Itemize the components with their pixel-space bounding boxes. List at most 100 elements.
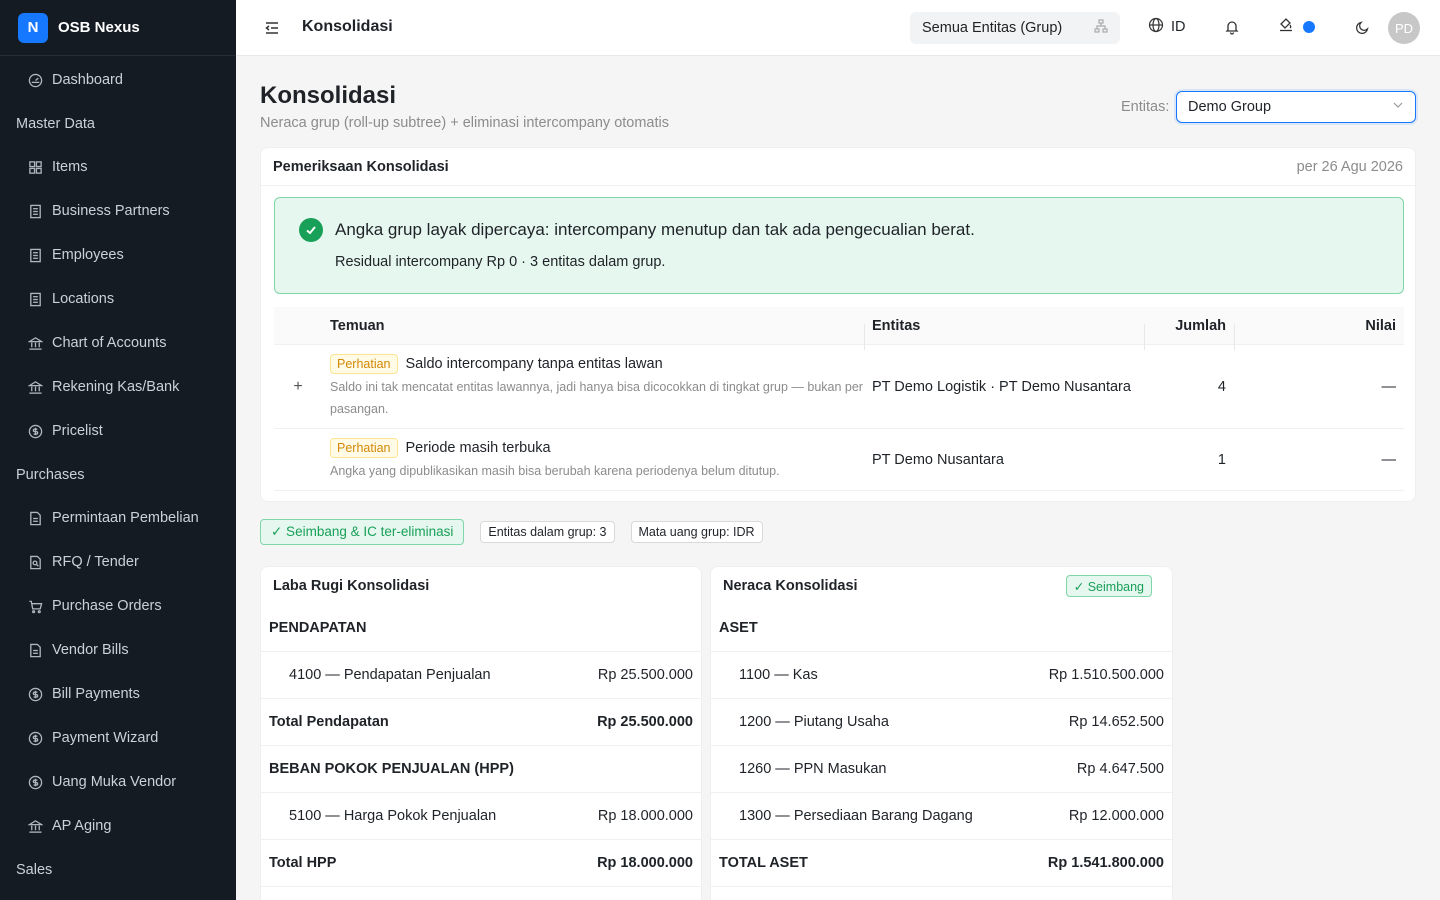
file-search-icon <box>28 555 43 570</box>
sidebar-item-permintaan-pembelian[interactable]: Permintaan Pembelian <box>0 496 236 540</box>
sidebar-item-label: Bill Payments <box>52 686 140 702</box>
card-header: Neraca Konsolidasi ✓ Seimbang <box>711 567 1172 605</box>
entities-count-badge: Entitas dalam grup: 3 <box>480 521 615 543</box>
dollar-circle-icon <box>28 775 43 790</box>
statement-row: BEBAN POKOK PENJUALAN (HPP) <box>261 746 701 793</box>
brand[interactable]: N OSB Nexus <box>0 0 236 56</box>
card-header: Laba Rugi Konsolidasi <box>261 567 701 605</box>
sidebar-item-pricelist[interactable]: Pricelist <box>0 409 236 453</box>
consolidation-check-card: Pemeriksaan Konsolidasi per 26 Agu 2026 … <box>260 147 1416 502</box>
row-label: 1100 — Kas <box>739 667 818 683</box>
check-circle-icon <box>299 218 323 242</box>
sidebar-item-uang-muka-vendor[interactable]: Uang Muka Vendor <box>0 760 236 804</box>
finding-title: Periode masih terbuka <box>405 439 551 456</box>
bell-icon[interactable] <box>1224 19 1240 35</box>
sidebar-item-business-partners[interactable]: Business Partners <box>0 189 236 233</box>
sidebar-item-label: Payment Wizard <box>52 730 159 746</box>
row-label: TOTAL ASET <box>719 855 808 871</box>
moon-icon[interactable] <box>1355 19 1371 35</box>
sidebar-item-payment-wizard[interactable]: Payment Wizard <box>0 716 236 760</box>
statement-row: 1300 — Persediaan Barang Dagang Rp 12.000… <box>711 793 1172 840</box>
sidebar-item-bill-payments[interactable]: Bill Payments <box>0 672 236 716</box>
page-subtitle: Neraca grup (roll-up subtree) + eliminas… <box>260 115 669 131</box>
sidebar-item-chart-of-accounts[interactable]: Chart of Accounts <box>0 321 236 365</box>
sidebar-item-label: Uang Muka Vendor <box>52 774 177 790</box>
row-label: BEBAN POKOK PENJUALAN (HPP) <box>269 761 514 777</box>
sidebar-item-ap-aging[interactable]: AP Aging <box>0 804 236 848</box>
language-switcher[interactable]: ID <box>1148 17 1186 37</box>
sidebar-item-label: Pricelist <box>52 423 103 439</box>
expand-row-icon[interactable]: + <box>293 378 302 396</box>
sidebar-section-sales[interactable]: Sales <box>0 848 236 891</box>
row-amount: Rp 12.000.000 <box>1068 808 1164 824</box>
page-title: Konsolidasi <box>260 82 397 109</box>
sidebar-item-employees[interactable]: Employees <box>0 233 236 277</box>
bank-icon <box>28 819 43 834</box>
theme-color-button[interactable] <box>1278 16 1315 37</box>
statement-row: TOTAL ASET Rp 1.541.800.000 <box>711 840 1172 887</box>
finding-title: Saldo intercompany tanpa entitas lawan <box>405 355 663 372</box>
finding-value: — <box>1381 451 1397 468</box>
statement-row: Total Pendapatan Rp 25.500.000 <box>261 699 701 746</box>
finding-description: Angka yang dipublikasikan masih bisa ber… <box>330 463 780 478</box>
card-header: Pemeriksaan Konsolidasi per 26 Agu 2026 <box>261 148 1415 186</box>
avatar[interactable]: PD <box>1388 12 1420 44</box>
file-icon <box>28 643 43 658</box>
sidebar-item-label: Chart of Accounts <box>52 335 167 351</box>
sidebar-item-label: Employees <box>52 247 124 263</box>
column-header-entity: Entitas <box>864 318 1144 350</box>
balance-sheet-rows: ASET 1100 — Kas Rp 1.510.500.000 1200 — Piu… <box>711 605 1172 887</box>
sidebar-item-label: Items <box>52 159 88 175</box>
globe-icon <box>1148 17 1171 37</box>
bank-icon <box>28 380 43 395</box>
sidebar-section-purchases[interactable]: Purchases <box>0 453 236 496</box>
entity-select-value: Demo Group <box>1188 99 1272 115</box>
row-label: ASET <box>719 620 758 636</box>
sidebar-section-master-data[interactable]: Master Data <box>0 102 236 145</box>
statement-row: PENDAPATAN <box>261 605 701 652</box>
sidebar-item-label: Rekening Kas/Bank <box>52 379 180 395</box>
statement-row: 1260 — PPN Masukan Rp 4.647.500 <box>711 746 1172 793</box>
sidebar-item-items[interactable]: Items <box>0 145 236 189</box>
column-header-finding: Temuan <box>330 317 385 334</box>
dollar-circle-icon <box>28 687 43 702</box>
dollar-circle-icon <box>28 424 43 439</box>
statement-row: 4100 — Pendapatan Penjualan Rp 25.500.000 <box>261 652 701 699</box>
statement-row: 1200 — Piutang Usaha Rp 14.652.500 <box>711 699 1172 746</box>
topbar: Konsolidasi Semua Entitas (Grup) ID PD <box>236 0 1440 56</box>
currency-badge: Mata uang grup: IDR <box>630 521 763 543</box>
chevron-down-icon <box>1392 99 1404 115</box>
balance-sheet-card: Neraca Konsolidasi ✓ Seimbang ASET 1100 —… <box>710 566 1173 900</box>
file-icon <box>28 511 43 526</box>
balanced-status-badge: ✓ Seimbang <box>1065 575 1152 597</box>
finding-entity: PT Demo Nusantara <box>872 451 1004 468</box>
gauge-icon <box>28 73 43 88</box>
entity-select[interactable]: Demo Group <box>1176 91 1416 123</box>
row-amount: Rp 1.541.800.000 <box>1047 855 1164 871</box>
profit-loss-card: Laba Rugi Konsolidasi PENDAPATAN 4100 — P… <box>260 566 702 900</box>
grid-icon <box>28 160 43 175</box>
findings-table: Temuan Entitas Jumlah Nilai + Perhatian S… <box>274 307 1404 491</box>
bank-icon <box>28 336 43 351</box>
row-label: PENDAPATAN <box>269 620 367 636</box>
sidebar-item-rekening-kas-bank[interactable]: Rekening Kas/Bank <box>0 365 236 409</box>
statement-row: Total HPP Rp 18.000.000 <box>261 840 701 887</box>
building-icon <box>28 292 43 307</box>
building-icon <box>28 248 43 263</box>
finding-value: — <box>1381 378 1397 395</box>
sidebar-item-rfq-tender[interactable]: RFQ / Tender <box>0 540 236 584</box>
row-amount: Rp 18.000.000 <box>597 808 693 824</box>
sidebar-item-label: Locations <box>52 291 115 307</box>
sidebar-item-vendor-bills[interactable]: Vendor Bills <box>0 628 236 672</box>
sidebar-item-dashboard[interactable]: Dashboard <box>0 58 236 102</box>
statement-row: 1100 — Kas Rp 1.510.500.000 <box>711 652 1172 699</box>
sidebar-item-label: Vendor Bills <box>52 642 129 658</box>
entity-scope-picker[interactable]: Semua Entitas (Grup) <box>910 12 1120 44</box>
sidebar-item-locations[interactable]: Locations <box>0 277 236 321</box>
row-amount: Rp 4.647.500 <box>1076 761 1164 777</box>
row-label: Total Pendapatan <box>269 714 389 730</box>
row-amount: Rp 18.000.000 <box>597 855 693 871</box>
topbar-actions: ID <box>1148 16 1371 37</box>
menu-fold-icon[interactable] <box>262 18 282 38</box>
sidebar-item-purchase-orders[interactable]: Purchase Orders <box>0 584 236 628</box>
